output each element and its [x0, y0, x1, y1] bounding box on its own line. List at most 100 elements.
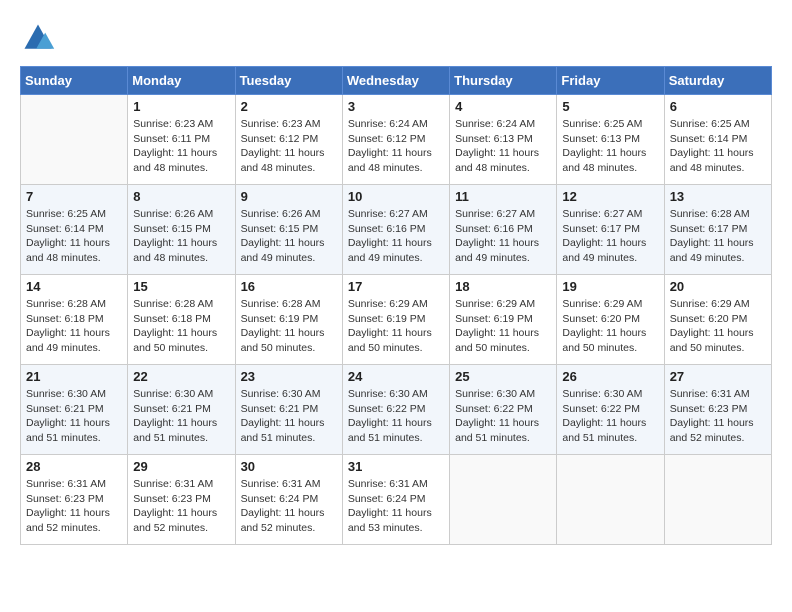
- calendar-cell: 23Sunrise: 6:30 AM Sunset: 6:21 PM Dayli…: [235, 365, 342, 455]
- calendar-week-row: 1 Sunrise: 6:23 AM Sunset: 6:11 PM Daylig…: [21, 95, 772, 185]
- calendar-cell: 19 Sunrise: 6:29 AM Sunset: 6:20 PM Dayli…: [557, 275, 664, 365]
- calendar-cell: [21, 95, 128, 185]
- day-info: Sunrise: 6:26 AM Sunset: 6:15 PM Dayligh…: [133, 207, 229, 266]
- calendar-cell: 9 Sunrise: 6:26 AM Sunset: 6:15 PM Daylig…: [235, 185, 342, 275]
- day-number: 12: [562, 189, 658, 204]
- logo-icon: [20, 20, 56, 56]
- calendar-cell: 5 Sunrise: 6:25 AM Sunset: 6:13 PM Daylig…: [557, 95, 664, 185]
- day-info: Sunrise: 6:31 AM Sunset: 6:24 PM Dayligh…: [348, 477, 444, 536]
- calendar-cell: 31 Sunrise: 6:31 AM Sunset: 6:24 PM Dayli…: [342, 455, 449, 545]
- day-info: Sunrise: 6:30 AM Sunset: 6:21 PM Dayligh…: [133, 387, 229, 446]
- calendar-week-row: 7 Sunrise: 6:25 AM Sunset: 6:14 PM Daylig…: [21, 185, 772, 275]
- day-number: 1: [133, 99, 229, 114]
- day-info: Sunrise: 6:31 AM Sunset: 6:24 PM Dayligh…: [241, 477, 337, 536]
- day-number: 13: [670, 189, 766, 204]
- day-info: Sunrise: 6:24 AM Sunset: 6:12 PM Dayligh…: [348, 117, 444, 176]
- day-info: Sunrise: 6:28 AM Sunset: 6:19 PM Dayligh…: [241, 297, 337, 356]
- calendar-cell: 17 Sunrise: 6:29 AM Sunset: 6:19 PM Dayli…: [342, 275, 449, 365]
- day-info: Sunrise: 6:29 AM Sunset: 6:19 PM Dayligh…: [348, 297, 444, 356]
- day-number: 21: [26, 369, 122, 384]
- day-number: 30: [241, 459, 337, 474]
- calendar-cell: 14Sunrise: 6:28 AM Sunset: 6:18 PM Dayli…: [21, 275, 128, 365]
- day-info: Sunrise: 6:29 AM Sunset: 6:20 PM Dayligh…: [562, 297, 658, 356]
- calendar-cell: 18 Sunrise: 6:29 AM Sunset: 6:19 PM Dayli…: [450, 275, 557, 365]
- calendar-cell: 27 Sunrise: 6:31 AM Sunset: 6:23 PM Dayli…: [664, 365, 771, 455]
- column-header-sunday: Sunday: [21, 67, 128, 95]
- calendar-cell: 4Sunrise: 6:24 AM Sunset: 6:13 PM Daylig…: [450, 95, 557, 185]
- calendar-cell: 7 Sunrise: 6:25 AM Sunset: 6:14 PM Daylig…: [21, 185, 128, 275]
- days-header-row: SundayMondayTuesdayWednesdayThursdayFrid…: [21, 67, 772, 95]
- day-info: Sunrise: 6:27 AM Sunset: 6:17 PM Dayligh…: [562, 207, 658, 266]
- day-number: 9: [241, 189, 337, 204]
- calendar-week-row: 28 Sunrise: 6:31 AM Sunset: 6:23 PM Dayli…: [21, 455, 772, 545]
- calendar-cell: 2 Sunrise: 6:23 AM Sunset: 6:12 PM Daylig…: [235, 95, 342, 185]
- day-info: Sunrise: 6:23 AM Sunset: 6:12 PM Dayligh…: [241, 117, 337, 176]
- calendar-cell: 30 Sunrise: 6:31 AM Sunset: 6:24 PM Dayli…: [235, 455, 342, 545]
- day-info: Sunrise: 6:31 AM Sunset: 6:23 PM Dayligh…: [26, 477, 122, 536]
- calendar-cell: 16 Sunrise: 6:28 AM Sunset: 6:19 PM Dayli…: [235, 275, 342, 365]
- day-number: 25: [455, 369, 551, 384]
- calendar-cell: [664, 455, 771, 545]
- day-number: 8: [133, 189, 229, 204]
- day-number: 24: [348, 369, 444, 384]
- column-header-tuesday: Tuesday: [235, 67, 342, 95]
- day-number: 5: [562, 99, 658, 114]
- calendar-week-row: 14Sunrise: 6:28 AM Sunset: 6:18 PM Dayli…: [21, 275, 772, 365]
- calendar-cell: 22Sunrise: 6:30 AM Sunset: 6:21 PM Dayli…: [128, 365, 235, 455]
- day-number: 20: [670, 279, 766, 294]
- day-info: Sunrise: 6:31 AM Sunset: 6:23 PM Dayligh…: [133, 477, 229, 536]
- day-number: 29: [133, 459, 229, 474]
- day-number: 15: [133, 279, 229, 294]
- day-number: 17: [348, 279, 444, 294]
- day-number: 31: [348, 459, 444, 474]
- day-number: 3: [348, 99, 444, 114]
- logo: [20, 20, 60, 56]
- day-info: Sunrise: 6:30 AM Sunset: 6:21 PM Dayligh…: [241, 387, 337, 446]
- day-info: Sunrise: 6:30 AM Sunset: 6:22 PM Dayligh…: [562, 387, 658, 446]
- calendar-cell: [557, 455, 664, 545]
- calendar-cell: 13 Sunrise: 6:28 AM Sunset: 6:17 PM Dayli…: [664, 185, 771, 275]
- calendar-cell: 11Sunrise: 6:27 AM Sunset: 6:16 PM Dayli…: [450, 185, 557, 275]
- day-number: 10: [348, 189, 444, 204]
- day-info: Sunrise: 6:25 AM Sunset: 6:13 PM Dayligh…: [562, 117, 658, 176]
- day-info: Sunrise: 6:27 AM Sunset: 6:16 PM Dayligh…: [348, 207, 444, 266]
- day-number: 27: [670, 369, 766, 384]
- day-info: Sunrise: 6:31 AM Sunset: 6:23 PM Dayligh…: [670, 387, 766, 446]
- day-number: 18: [455, 279, 551, 294]
- day-number: 19: [562, 279, 658, 294]
- calendar-cell: 25 Sunrise: 6:30 AM Sunset: 6:22 PM Dayli…: [450, 365, 557, 455]
- day-info: Sunrise: 6:28 AM Sunset: 6:18 PM Dayligh…: [133, 297, 229, 356]
- day-number: 4: [455, 99, 551, 114]
- calendar-cell: 26 Sunrise: 6:30 AM Sunset: 6:22 PM Dayli…: [557, 365, 664, 455]
- column-header-monday: Monday: [128, 67, 235, 95]
- day-number: 26: [562, 369, 658, 384]
- day-info: Sunrise: 6:29 AM Sunset: 6:19 PM Dayligh…: [455, 297, 551, 356]
- day-info: Sunrise: 6:25 AM Sunset: 6:14 PM Dayligh…: [670, 117, 766, 176]
- calendar-cell: 8 Sunrise: 6:26 AM Sunset: 6:15 PM Daylig…: [128, 185, 235, 275]
- calendar-cell: 28 Sunrise: 6:31 AM Sunset: 6:23 PM Dayli…: [21, 455, 128, 545]
- calendar-cell: 21Sunrise: 6:30 AM Sunset: 6:21 PM Dayli…: [21, 365, 128, 455]
- column-header-friday: Friday: [557, 67, 664, 95]
- day-number: 28: [26, 459, 122, 474]
- column-header-wednesday: Wednesday: [342, 67, 449, 95]
- day-info: Sunrise: 6:26 AM Sunset: 6:15 PM Dayligh…: [241, 207, 337, 266]
- day-info: Sunrise: 6:25 AM Sunset: 6:14 PM Dayligh…: [26, 207, 122, 266]
- day-info: Sunrise: 6:23 AM Sunset: 6:11 PM Dayligh…: [133, 117, 229, 176]
- calendar-cell: 10 Sunrise: 6:27 AM Sunset: 6:16 PM Dayli…: [342, 185, 449, 275]
- day-info: Sunrise: 6:27 AM Sunset: 6:16 PM Dayligh…: [455, 207, 551, 266]
- day-info: Sunrise: 6:28 AM Sunset: 6:17 PM Dayligh…: [670, 207, 766, 266]
- day-number: 7: [26, 189, 122, 204]
- day-number: 2: [241, 99, 337, 114]
- column-header-thursday: Thursday: [450, 67, 557, 95]
- calendar: SundayMondayTuesdayWednesdayThursdayFrid…: [20, 66, 772, 545]
- day-info: Sunrise: 6:30 AM Sunset: 6:22 PM Dayligh…: [455, 387, 551, 446]
- calendar-cell: 1 Sunrise: 6:23 AM Sunset: 6:11 PM Daylig…: [128, 95, 235, 185]
- calendar-cell: 29 Sunrise: 6:31 AM Sunset: 6:23 PM Dayli…: [128, 455, 235, 545]
- day-number: 16: [241, 279, 337, 294]
- calendar-cell: [450, 455, 557, 545]
- calendar-cell: 24 Sunrise: 6:30 AM Sunset: 6:22 PM Dayli…: [342, 365, 449, 455]
- calendar-cell: 20Sunrise: 6:29 AM Sunset: 6:20 PM Dayli…: [664, 275, 771, 365]
- page-header: [20, 20, 772, 56]
- day-info: Sunrise: 6:30 AM Sunset: 6:22 PM Dayligh…: [348, 387, 444, 446]
- calendar-cell: 12 Sunrise: 6:27 AM Sunset: 6:17 PM Dayli…: [557, 185, 664, 275]
